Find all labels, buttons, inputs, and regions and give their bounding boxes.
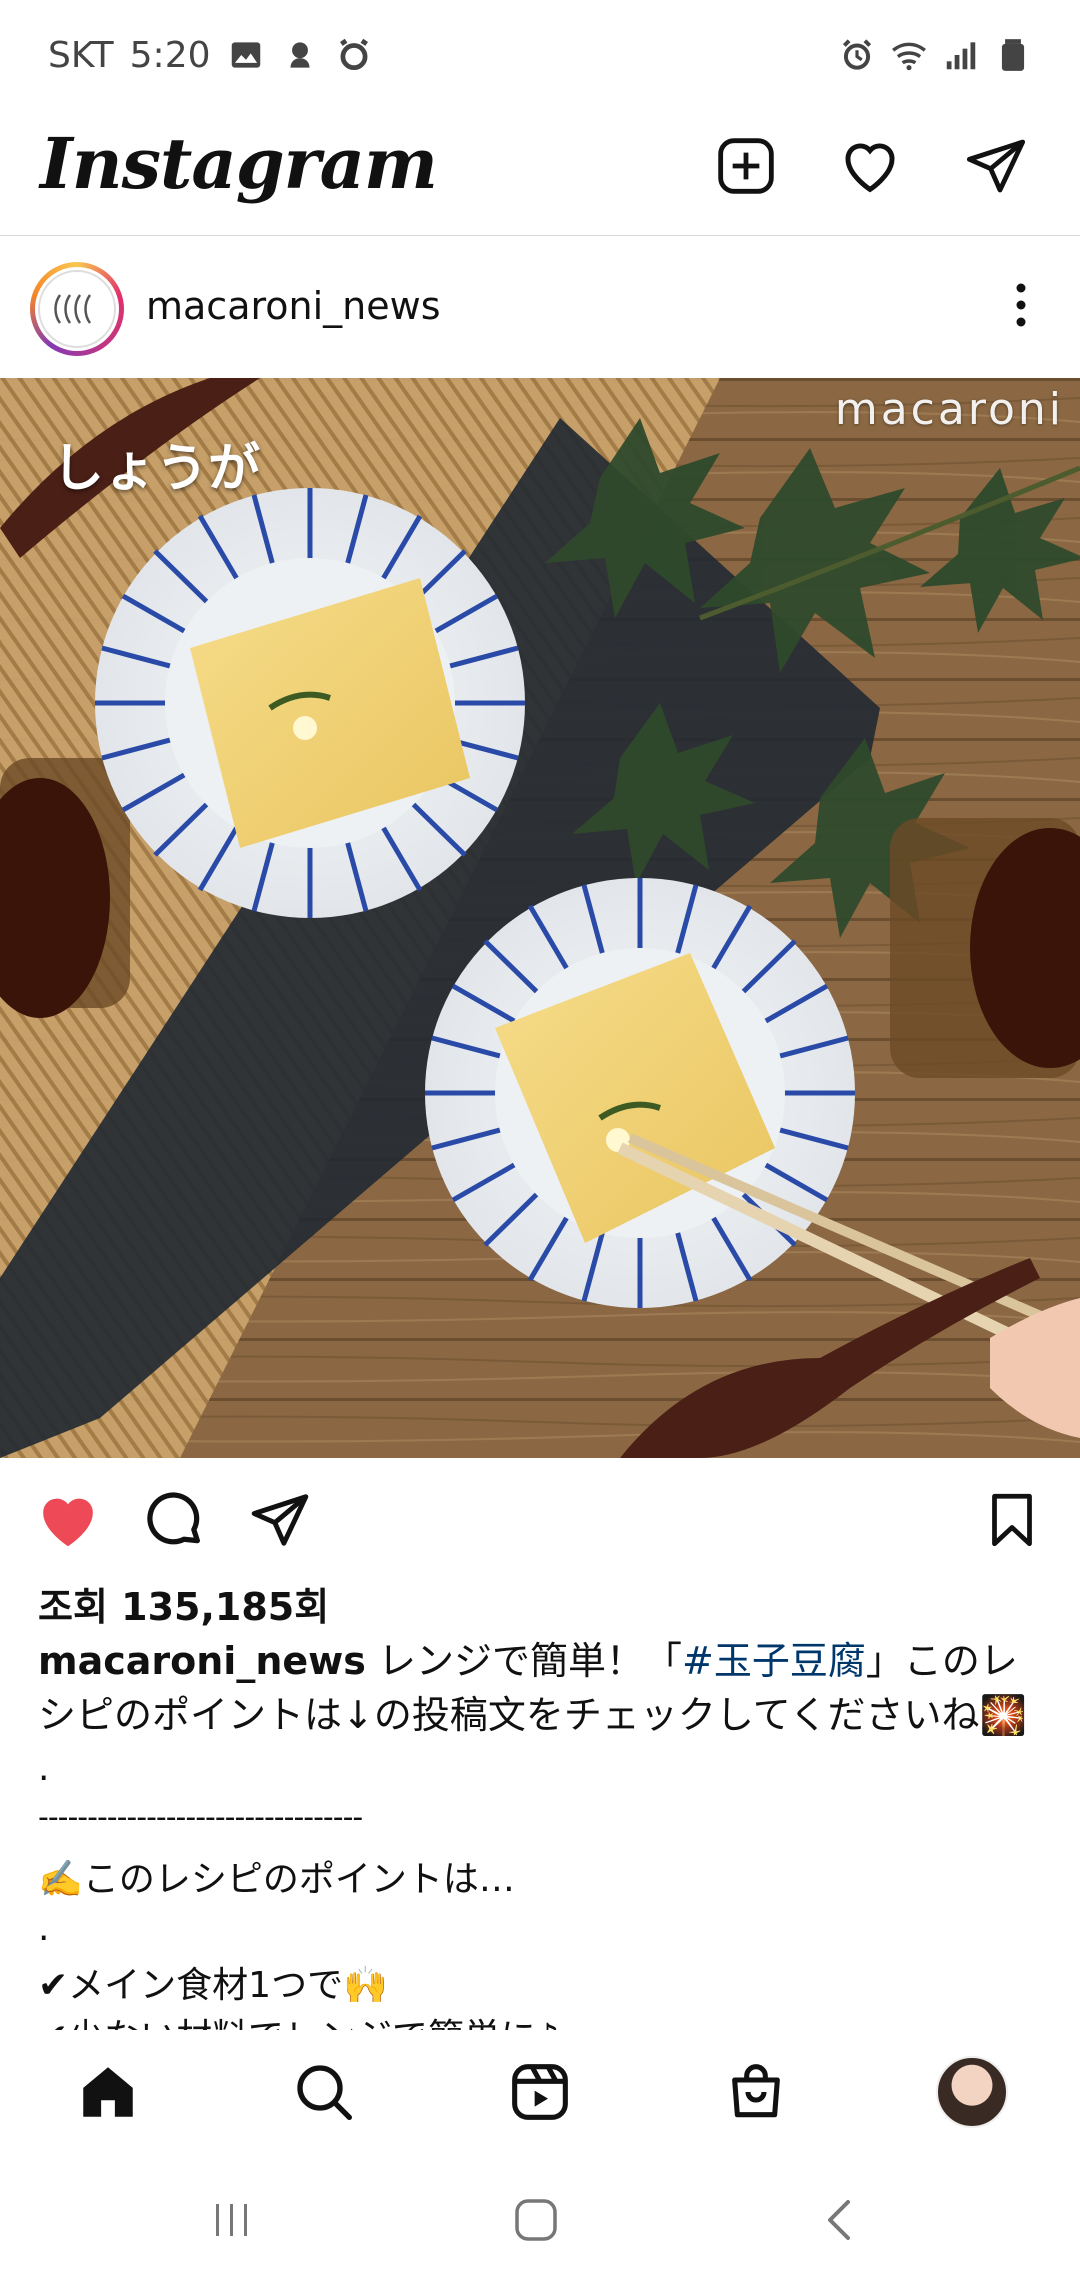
shop-icon [732, 2064, 780, 2118]
status-bar: SKT 5:20 [0, 0, 1080, 110]
post-header: macaroni_news [0, 236, 1080, 378]
post-more-button[interactable] [986, 270, 1056, 340]
nav-reels[interactable] [500, 2052, 580, 2132]
media-watermark: macaroni [834, 384, 1064, 435]
nav-home[interactable] [68, 2052, 148, 2132]
new-post-icon [718, 138, 774, 194]
direct-message-button[interactable] [960, 130, 1032, 202]
avatar-inner [35, 267, 119, 351]
save-button[interactable] [974, 1482, 1050, 1558]
media-overlay-text: しょうが [52, 439, 261, 499]
battery-icon [1001, 39, 1025, 71]
alarm-icon [842, 39, 872, 70]
caption-line: ✔︎メイン食材1つで🙌 [38, 1965, 388, 2006]
caption-line: . [38, 1748, 50, 1789]
heart-icon [845, 143, 895, 193]
caption-line-cut: ✔︎少ない材料でレンジで簡単に♪ [38, 2008, 559, 2030]
recent-apps-icon [216, 2204, 247, 2236]
new-post-button[interactable] [710, 130, 782, 202]
reels-icon [512, 2064, 568, 2120]
comment-button[interactable] [136, 1482, 212, 1558]
post-avatar[interactable] [30, 262, 124, 356]
caption-username[interactable]: macaroni_news [38, 1639, 366, 1683]
home-button-icon [515, 2199, 557, 2241]
caption-line: . [38, 1908, 50, 1949]
direct-message-icon [966, 139, 1026, 193]
food-photo [0, 378, 1080, 1458]
post-media[interactable]: しょうが macaroni [0, 378, 1080, 1458]
signal-icon [946, 42, 976, 70]
comment-icon [147, 1492, 200, 1545]
bottom-navigation [0, 2030, 1080, 2160]
nav-shop[interactable] [716, 2052, 796, 2132]
alarm-app-icon [339, 38, 368, 71]
more-options-icon [1016, 283, 1026, 327]
search-icon [297, 2065, 352, 2120]
carrier: SKT [48, 34, 114, 76]
system-navigation [0, 2160, 1080, 2280]
caption-divider: --------------------------------- [38, 1800, 363, 1835]
back-button[interactable] [800, 2188, 880, 2252]
macaroni-logo [38, 270, 116, 348]
home-icon [83, 2067, 133, 2117]
share-button[interactable] [242, 1482, 318, 1558]
clock: 5:20 [129, 34, 211, 76]
caption-hashtag[interactable]: #玉子豆腐 [682, 1639, 866, 1683]
like-button[interactable] [30, 1482, 106, 1558]
nav-search[interactable] [284, 2052, 364, 2132]
instagram-logo[interactable]: Instagram [40, 122, 438, 205]
nav-profile[interactable] [932, 2052, 1012, 2132]
heart-filled-icon [43, 1498, 93, 1547]
post-caption: macaroni_news レンジで簡単！「#玉子豆腐」このレシピのポイントは↓… [38, 1634, 1048, 1742]
activity-button[interactable] [834, 130, 906, 202]
macaroni-logo-icon [54, 294, 92, 324]
screen: SKT 5:20 Instagram macaroni_news しょうが ma… [0, 0, 1080, 2280]
home-button[interactable] [496, 2188, 576, 2252]
top-app-bar: Instagram [0, 110, 1080, 236]
wifi-icon [892, 42, 926, 71]
caption-text-1: レンジで簡単！「 [365, 1639, 682, 1683]
recent-apps-button[interactable] [192, 2188, 272, 2252]
status-left: SKT 5:20 [48, 35, 373, 76]
post-actions [0, 1458, 1080, 1578]
notification-icon [290, 42, 309, 68]
view-count: 조회 135,185회 [38, 1585, 330, 1629]
status-right [838, 36, 1032, 74]
bookmark-icon [992, 1493, 1032, 1547]
post-username[interactable]: macaroni_news [146, 284, 441, 328]
profile-avatar [936, 2056, 1008, 2128]
back-icon [828, 2200, 850, 2240]
gallery-icon [231, 42, 260, 68]
caption-line: ✍️このレシピのポイントは… [38, 1859, 515, 1900]
share-icon [251, 1494, 309, 1546]
